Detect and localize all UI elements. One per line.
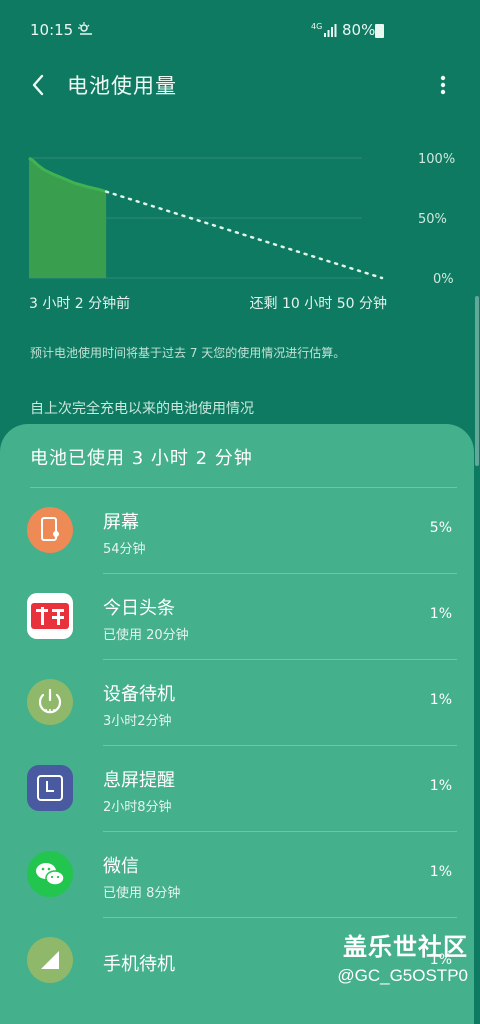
usage-item-always-on-display[interactable]: 息屏提醒 2小时8分钟 1% (0, 746, 474, 832)
network-type-label: 4G (311, 22, 323, 31)
back-arrow-icon (32, 74, 44, 96)
usage-item-name: 微信 (103, 856, 139, 877)
chart-start-label: 3 小时 2 分钟前 (29, 296, 131, 312)
estimate-note: 预计电池使用时间将基于过去 7 天您的使用情况进行估算。 (30, 346, 346, 360)
battery-used-summary: 电池已使用 3 小时 2 分钟 (30, 448, 253, 469)
usage-item-duration: 54分钟 (103, 542, 146, 557)
signal-strength-icon (324, 22, 338, 41)
usage-item-name: 设备待机 (103, 684, 175, 705)
usage-item-screen[interactable]: 屏幕 54分钟 5% (0, 488, 474, 574)
usage-item-wechat[interactable]: 微信 已使用 8分钟 1% (0, 832, 474, 918)
used-battery-area (29, 158, 107, 278)
usage-item-name: 手机待机 (103, 954, 175, 975)
battery-icon (375, 24, 384, 38)
watermark-handle: @GC_G5OSTP0 (337, 966, 468, 985)
battery-usage-chart: 100% 50% 0% 3 小时 2 分钟前 还剩 10 小时 50 分钟 (0, 140, 480, 312)
usage-item-percent: 5% (429, 520, 452, 536)
more-options-button[interactable] (432, 70, 454, 100)
page-title: 电池使用量 (67, 74, 177, 98)
toutiao-app-icon (27, 593, 73, 639)
watermark-title: 盖乐世社区 (343, 934, 468, 961)
usage-item-percent: 1% (429, 606, 452, 622)
always-on-display-icon (27, 765, 73, 811)
status-time: 10:15 (30, 21, 74, 39)
back-button[interactable] (28, 70, 58, 100)
usage-item-percent: 1% (429, 778, 452, 794)
usage-section-label: 自上次完全充电以来的电池使用情况 (30, 401, 254, 417)
power-standby-icon (27, 679, 73, 725)
usage-item-name: 今日头条 (103, 598, 175, 619)
more-vertical-icon (440, 75, 446, 95)
usage-item-duration: 3小时2分钟 (103, 714, 172, 729)
wechat-app-icon (27, 851, 73, 897)
y-tick-0: 0% (433, 272, 454, 287)
y-tick-100: 100% (418, 152, 456, 167)
screen-brightness-icon (27, 507, 73, 553)
cell-signal-icon (27, 937, 73, 983)
usage-item-name: 屏幕 (103, 512, 139, 533)
y-tick-50: 50% (418, 212, 447, 227)
usage-item-percent: 1% (429, 692, 452, 708)
usage-item-duration: 2小时8分钟 (103, 800, 172, 815)
usage-item-duration: 已使用 20分钟 (103, 628, 189, 643)
community-watermark: 盖乐世社区 @GC_G5OSTP0 (337, 927, 468, 986)
battery-usage-chart-plot (28, 156, 384, 280)
chart-remaining-label: 还剩 10 小时 50 分钟 (249, 296, 387, 312)
status-bar: 10:15 4G 80% (0, 0, 480, 60)
app-bar: 电池使用量 (0, 60, 480, 110)
battery-percentage: 80% (342, 21, 376, 39)
usage-item-name: 息屏提醒 (103, 770, 175, 791)
usage-item-toutiao[interactable]: 今日头条 已使用 20分钟 1% (0, 574, 474, 660)
weather-icon (77, 22, 95, 40)
projected-battery-line (104, 190, 384, 280)
usage-item-percent: 1% (429, 864, 452, 880)
scrollbar[interactable] (475, 296, 479, 466)
usage-item-duration: 已使用 8分钟 (103, 886, 181, 901)
usage-item-device-standby[interactable]: 设备待机 3小时2分钟 1% (0, 660, 474, 746)
